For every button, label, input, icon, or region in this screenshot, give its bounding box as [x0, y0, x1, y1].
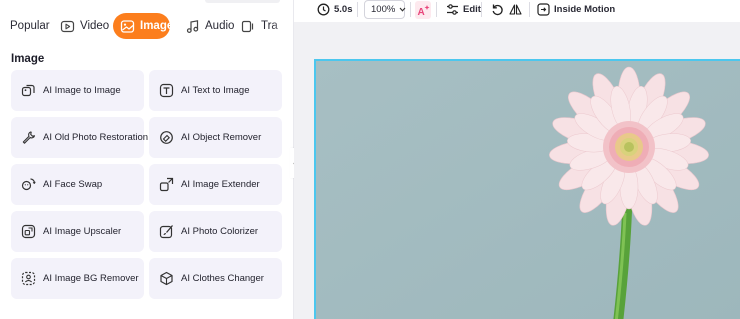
- duration-label: 5.0s: [334, 4, 353, 15]
- tool-label: AI Face Swap: [43, 179, 103, 190]
- face-swap-icon: [21, 177, 36, 192]
- tool-label: AI Old Photo Restoration: [43, 132, 149, 143]
- rotate-button[interactable]: [491, 0, 508, 19]
- tool-label: AI Image Extender: [181, 179, 260, 190]
- expand-icon: [159, 177, 174, 192]
- canvas-toolbar: 5.0s 100% A Edit Inside Motion: [294, 0, 740, 22]
- ai-tools-button[interactable]: A: [415, 1, 431, 19]
- tools-panel: Popular Video Image Audio Tra Image AI I…: [0, 0, 293, 319]
- inside-motion-label: Inside Motion: [554, 4, 616, 15]
- toolbar-separator: [529, 2, 530, 17]
- tool-label: AI Image Upscaler: [43, 226, 122, 237]
- flip-button[interactable]: [509, 0, 526, 19]
- zoom-value: 100%: [371, 4, 396, 15]
- tool-label: AI Photo Colorizer: [181, 226, 259, 237]
- music-note-icon: [185, 19, 200, 34]
- tool-image-bg-remover[interactable]: AI Image BG Remover: [11, 258, 144, 299]
- bg-remover-icon: [21, 271, 36, 286]
- tool-label: AI Text to Image: [181, 85, 250, 96]
- image-to-image-icon: [21, 83, 36, 98]
- tab-video-label: Video: [80, 20, 110, 32]
- inside-motion-button[interactable]: Inside Motion: [537, 0, 615, 19]
- tool-text-to-image[interactable]: AI Text to Image: [149, 70, 282, 111]
- tab-image[interactable]: Image: [113, 13, 174, 39]
- video-icon: [60, 19, 75, 34]
- edit-label: Edit: [463, 4, 481, 15]
- tool-label: AI Image to Image: [43, 85, 121, 96]
- ai-sparkle-icon: A: [417, 4, 430, 17]
- duration-button[interactable]: 5.0s: [317, 0, 353, 19]
- tab-popular-label: Popular: [10, 20, 50, 32]
- tool-clothes-changer[interactable]: AI Clothes Changer: [149, 258, 282, 299]
- wrench-icon: [21, 130, 36, 145]
- tool-label: AI Image BG Remover: [43, 273, 139, 284]
- toolbar-separator: [357, 2, 358, 17]
- tool-image-to-image[interactable]: AI Image to Image: [11, 70, 144, 111]
- tool-image-upscaler[interactable]: AI Image Upscaler: [11, 211, 144, 252]
- zoom-select[interactable]: 100%: [364, 0, 406, 19]
- tab-video[interactable]: Video: [60, 12, 109, 40]
- rotate-icon: [491, 3, 504, 16]
- toolbar-separator: [410, 2, 411, 17]
- transition-icon: [241, 19, 256, 34]
- tool-label: AI Clothes Changer: [181, 273, 264, 284]
- tab-popular[interactable]: Popular: [10, 12, 50, 40]
- category-tabs: Popular Video Image Audio Tra: [0, 12, 293, 40]
- upscale-icon: [21, 224, 36, 239]
- tab-audio-label: Audio: [205, 20, 235, 32]
- image-icon: [120, 19, 135, 34]
- toolbar-separator: [481, 2, 482, 17]
- tool-label: AI Object Remover: [181, 132, 262, 143]
- tab-audio[interactable]: Audio: [185, 12, 234, 40]
- flower-photo: [316, 61, 740, 319]
- section-title: Image: [11, 53, 45, 65]
- motion-icon: [537, 3, 550, 16]
- svg-text:A: A: [417, 7, 424, 17]
- chevron-down-icon: [399, 7, 406, 12]
- tabs-fade: [271, 12, 293, 40]
- eraser-icon: [159, 130, 174, 145]
- tool-old-photo-restoration[interactable]: AI Old Photo Restoration: [11, 117, 148, 158]
- clock-icon: [317, 3, 330, 16]
- toolbar-separator: [436, 2, 437, 17]
- tool-object-remover[interactable]: AI Object Remover: [149, 117, 282, 158]
- tool-face-swap[interactable]: AI Face Swap: [11, 164, 144, 205]
- editor-area: 5.0s 100% A Edit Inside Motion: [294, 0, 740, 319]
- cube-icon: [159, 271, 174, 286]
- edit-button[interactable]: Edit: [446, 0, 481, 19]
- tool-photo-colorizer[interactable]: AI Photo Colorizer: [149, 211, 282, 252]
- tab-image-label: Image: [140, 20, 174, 32]
- canvas[interactable]: [314, 59, 740, 319]
- brush-icon: [159, 224, 174, 239]
- text-to-image-icon: [159, 83, 174, 98]
- flip-icon: [509, 3, 522, 16]
- panel-top-strip: [205, 0, 280, 3]
- tool-image-extender[interactable]: AI Image Extender: [149, 164, 282, 205]
- sliders-icon: [446, 3, 459, 16]
